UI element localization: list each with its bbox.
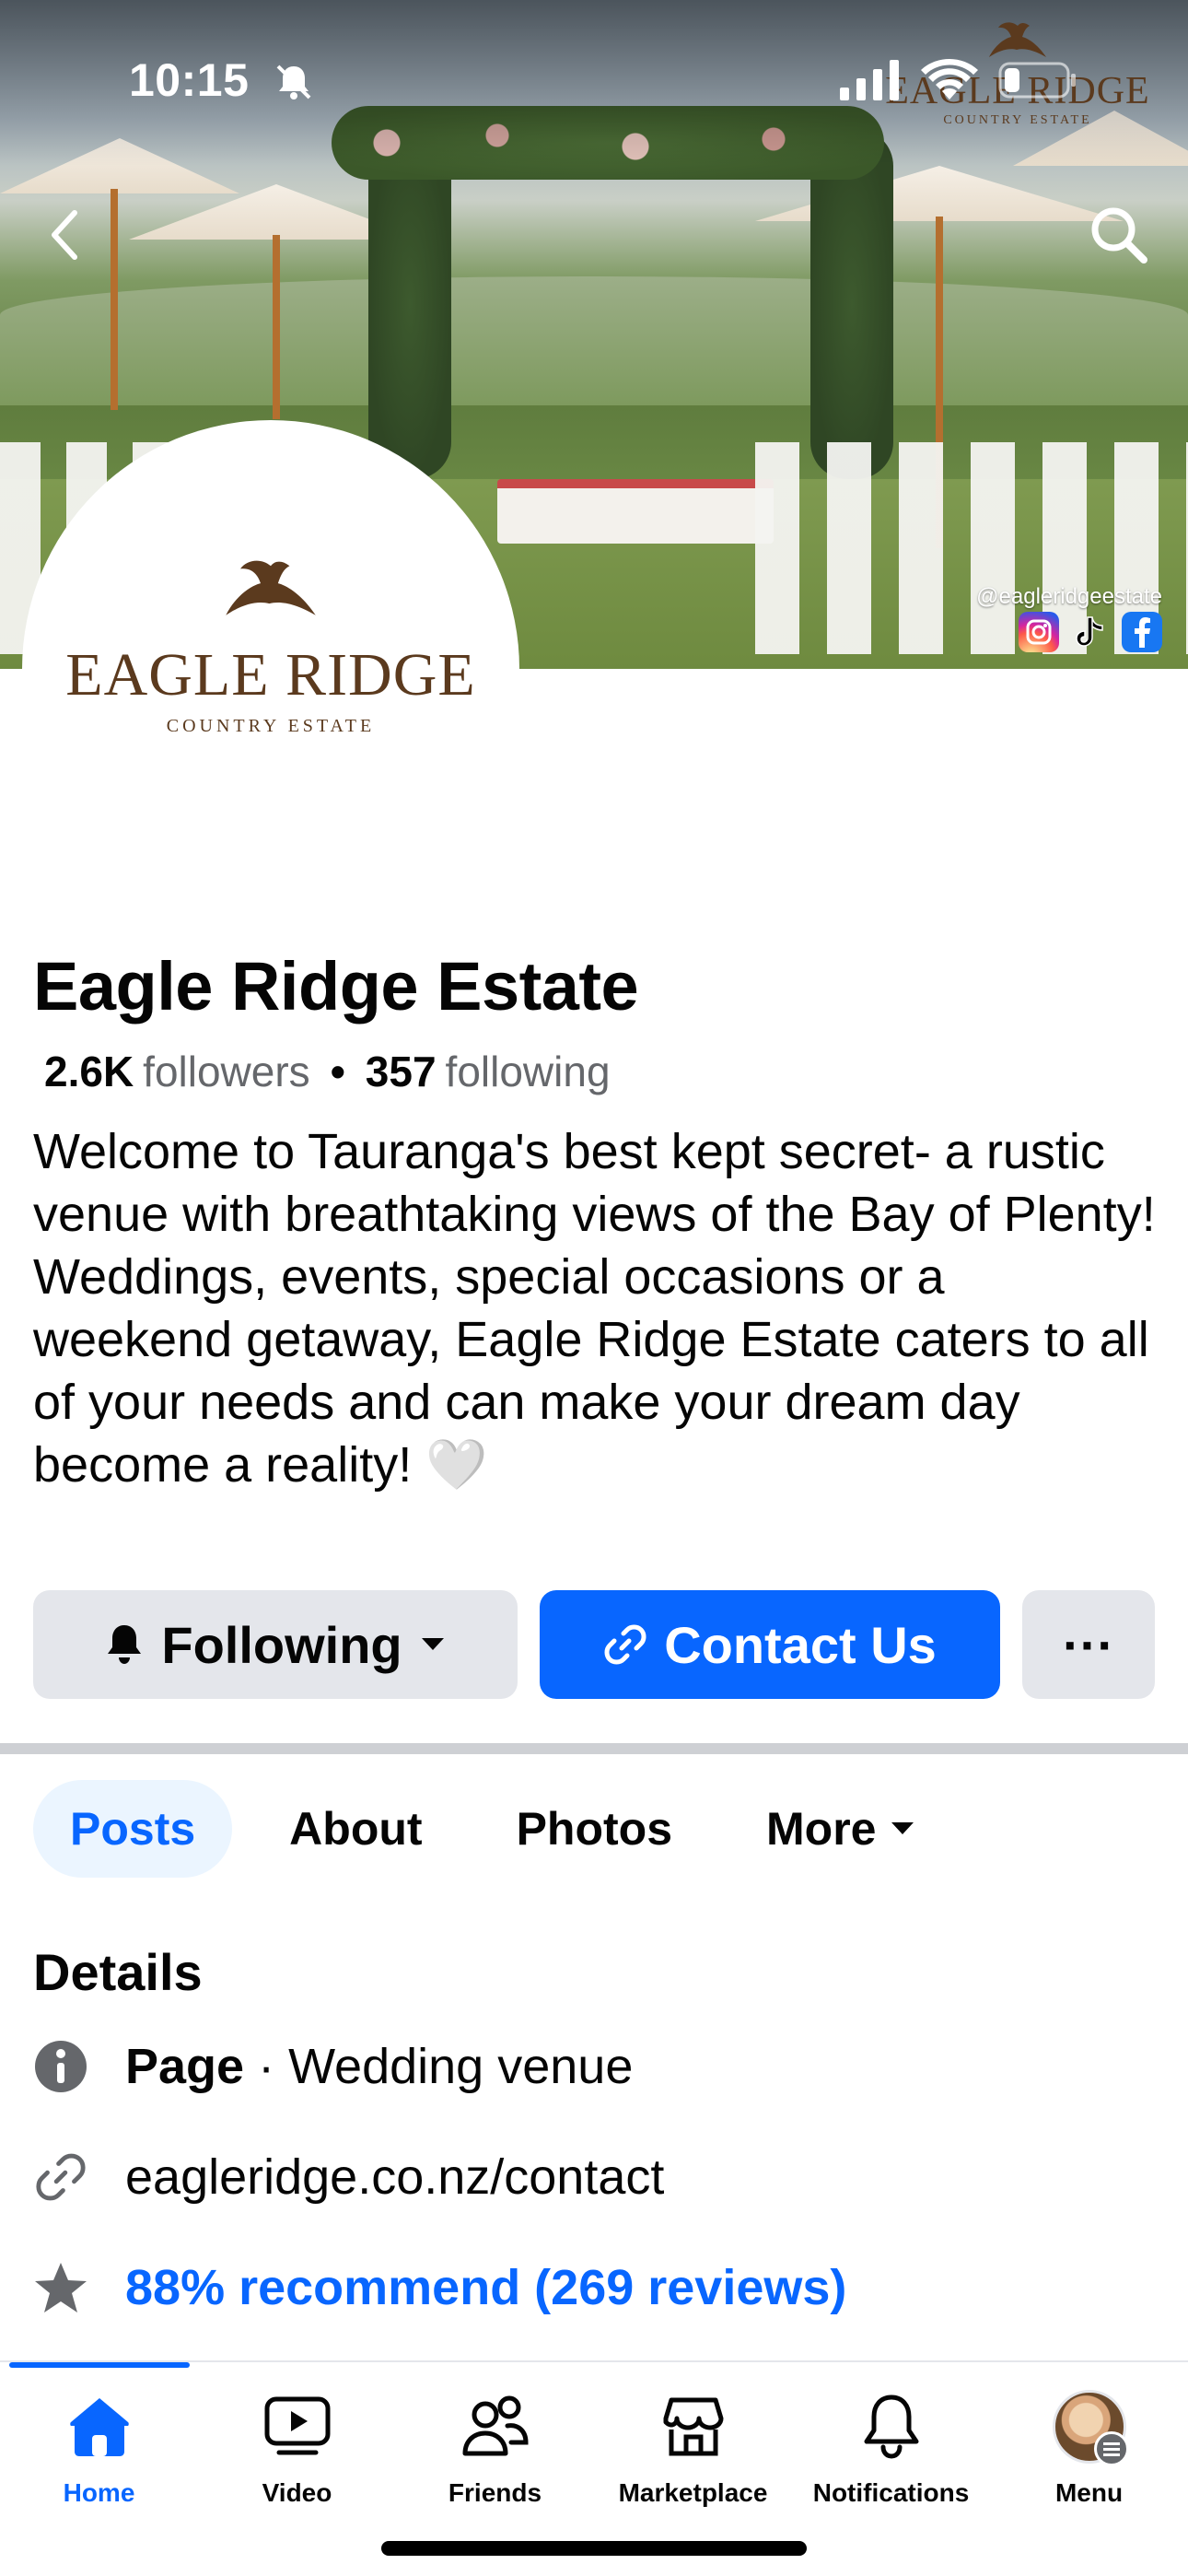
nav-home-label: Home <box>63 2478 135 2507</box>
home-icon <box>63 2390 136 2464</box>
caret-down-icon <box>421 1638 444 1650</box>
status-right <box>840 59 1077 101</box>
nav-marketplace[interactable]: Marketplace <box>594 2390 792 2508</box>
marketplace-icon <box>657 2390 730 2464</box>
floral-arch-right <box>810 129 893 479</box>
friends-icon <box>459 2390 532 2464</box>
info-icon <box>33 2039 88 2094</box>
tab-more[interactable]: More <box>729 1780 953 1878</box>
reviews-link[interactable]: 88% recommend (269 reviews) <box>125 2259 846 2316</box>
tab-posts-label: Posts <box>70 1803 196 1855</box>
action-buttons: Following Contact Us ··· <box>33 1590 1155 1699</box>
facebook-icon <box>1122 612 1162 652</box>
more-options-button[interactable]: ··· <box>1022 1590 1155 1699</box>
ceremony-table <box>497 479 774 544</box>
status-bar: 10:15 <box>0 0 1188 157</box>
contact-us-button[interactable]: Contact Us <box>540 1590 1000 1699</box>
social-handle: @eagleridgeestate <box>976 584 1162 609</box>
wifi-icon <box>921 59 978 100</box>
page-title: Eagle Ridge Estate <box>33 948 639 1025</box>
followers-count[interactable]: 2.6K <box>44 1047 134 1096</box>
active-tab-indicator <box>9 2362 190 2368</box>
profile-logo: EAGLE RIDGE COUNTRY ESTATE <box>22 549 519 737</box>
star-icon <box>33 2260 88 2315</box>
eagle-icon <box>226 560 316 615</box>
logo-title: EAGLE RIDGE <box>65 641 476 708</box>
caret-down-icon <box>891 1822 914 1834</box>
detail-website[interactable]: eagleridge.co.nz/contact <box>33 2149 664 2206</box>
nav-friends-label: Friends <box>448 2478 542 2507</box>
avatar <box>1052 2390 1129 2466</box>
details-heading: Details <box>33 1943 203 2001</box>
detail-page-type-text: Page · Wedding venue <box>125 2038 633 2095</box>
social-icons <box>1019 612 1162 652</box>
section-divider <box>0 1743 1188 1754</box>
nav-video[interactable]: Video <box>198 2390 396 2508</box>
menu-badge-icon <box>1093 2431 1129 2466</box>
nav-marketplace-label: Marketplace <box>618 2478 768 2507</box>
following-count[interactable]: 357 <box>366 1047 437 1096</box>
status-time: 10:15 <box>129 54 250 106</box>
umbrella-pole <box>273 235 280 419</box>
link-icon <box>604 1624 646 1665</box>
detail-page-label: Page <box>125 2039 245 2094</box>
detail-category: · Wedding venue <box>244 2039 634 2094</box>
tab-about-label: About <box>289 1803 423 1855</box>
search-icon <box>1091 207 1147 263</box>
contact-us-label: Contact Us <box>664 1615 937 1674</box>
menu-avatar-wrap <box>1052 2390 1129 2466</box>
tab-posts[interactable]: Posts <box>33 1780 233 1878</box>
cover-hills <box>0 276 1188 405</box>
bell-slash-icon <box>276 64 311 100</box>
bell-icon <box>855 2390 928 2464</box>
stats-separator: • <box>330 1048 345 1095</box>
chevron-left-icon <box>52 210 77 260</box>
profile-tabs: Posts About Photos More <box>33 1780 953 1878</box>
followers-label[interactable]: followers <box>143 1047 310 1096</box>
nav-home[interactable]: Home <box>0 2390 198 2508</box>
nav-menu[interactable]: Menu <box>990 2390 1188 2508</box>
website-link[interactable]: eagleridge.co.nz/contact <box>125 2149 664 2206</box>
floral-arch-left <box>368 129 451 479</box>
tiktok-icon <box>1070 612 1111 652</box>
detail-page-type: Page · Wedding venue <box>33 2038 633 2095</box>
battery-icon <box>998 62 1076 99</box>
more-options-icon: ··· <box>1063 1615 1114 1674</box>
nav-notifications-label: Notifications <box>812 2478 970 2507</box>
tab-photos[interactable]: Photos <box>480 1780 709 1878</box>
home-indicator[interactable] <box>381 2541 807 2556</box>
logo-subtitle: COUNTRY ESTATE <box>166 716 376 736</box>
search-button[interactable] <box>1077 193 1160 276</box>
umbrella-pole <box>111 189 118 410</box>
following-button[interactable]: Following <box>33 1590 518 1699</box>
signal-icon <box>840 60 899 100</box>
page-bio: Welcome to Tauranga's best kept secret- … <box>33 1124 1156 1493</box>
tab-photos-label: Photos <box>516 1803 672 1855</box>
nav-menu-label: Menu <box>1054 2478 1124 2507</box>
instagram-icon <box>1019 612 1059 652</box>
bell-icon <box>108 1625 142 1664</box>
nav-friends[interactable]: Friends <box>396 2390 594 2508</box>
back-button[interactable] <box>24 193 107 276</box>
nav-notifications[interactable]: Notifications <box>792 2390 990 2508</box>
detail-reviews[interactable]: 88% recommend (269 reviews) <box>33 2259 846 2316</box>
tab-more-label: More <box>766 1803 877 1855</box>
video-icon <box>261 2390 334 2464</box>
nav-video-label: Video <box>262 2478 332 2507</box>
tab-about[interactable]: About <box>252 1780 459 1878</box>
following-label[interactable]: following <box>446 1047 611 1096</box>
link-icon <box>33 2149 88 2205</box>
following-button-label: Following <box>161 1615 402 1674</box>
follow-stats: 2.6K followers • 357 following <box>44 1047 611 1096</box>
profile-picture[interactable]: EAGLE RIDGE COUNTRY ESTATE <box>22 420 519 918</box>
